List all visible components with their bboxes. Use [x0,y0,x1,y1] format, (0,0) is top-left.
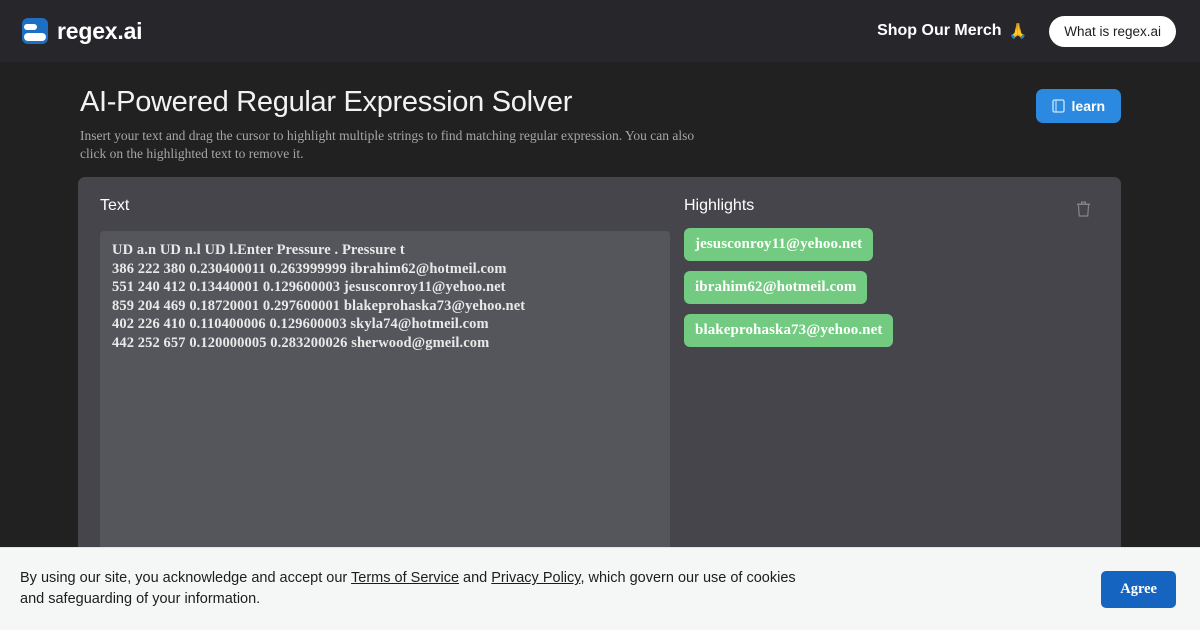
header-actions: Shop Our Merch 🙏 What is regex.ai [877,15,1176,47]
text-input[interactable] [100,231,670,565]
highlight-chip[interactable]: jesusconroy11@yehoo.net [684,228,874,261]
page-subtitle: Insert your text and drag the cursor to … [80,128,695,162]
text-pane: Text [78,177,670,567]
merch-label: Shop Our Merch [877,22,1002,39]
brand-logo[interactable]: regex.ai [22,17,143,45]
learn-button[interactable]: learn [1035,89,1121,123]
hero-copy: AI-Powered Regular Expression Solver Ins… [80,84,700,163]
book-icon [1051,99,1065,113]
regex-logo-icon [22,18,48,44]
cookie-text-part2: and [459,570,492,587]
site-header: regex.ai Shop Our Merch 🙏 What is regex.… [0,0,1200,62]
text-pane-title: Text [100,197,130,214]
page-title: AI-Powered Regular Expression Solver [80,86,573,118]
cookie-consent-text: By using our site, you acknowledge and a… [20,568,820,609]
highlight-chip-list: jesusconroy11@yehoo.net ibrahim62@hotmei… [684,228,1091,347]
privacy-policy-link[interactable]: Privacy Policy [491,570,580,586]
terms-of-service-link[interactable]: Terms of Service [351,570,459,586]
praying-hands-icon: 🙏 [1008,23,1028,40]
trash-icon[interactable] [1076,200,1091,217]
highlight-chip[interactable]: ibrahim62@hotmeil.com [684,271,868,304]
learn-label: learn [1071,98,1105,114]
highlights-pane-title: Highlights [684,197,755,214]
shop-our-merch-link[interactable]: Shop Our Merch 🙏 [877,22,1027,40]
solver-card: Text Highlights jesusconroy11@yehoo.net … [78,177,1121,567]
hero-section: AI-Powered Regular Expression Solver Ins… [0,62,1200,163]
agree-button[interactable]: Agree [1101,570,1176,608]
cookie-text-part1: By using our site, you acknowledge and a… [20,570,352,587]
cookie-consent-banner: By using our site, you acknowledge and a… [0,547,1200,630]
highlight-chip[interactable]: blakeprohaska73@yehoo.net [684,314,894,347]
what-is-regex-button[interactable]: What is regex.ai [1049,15,1176,47]
highlights-header: Highlights [684,197,1091,231]
brand-name: regex.ai [57,17,143,44]
highlights-pane: Highlights jesusconroy11@yehoo.net ibrah… [670,177,1121,567]
